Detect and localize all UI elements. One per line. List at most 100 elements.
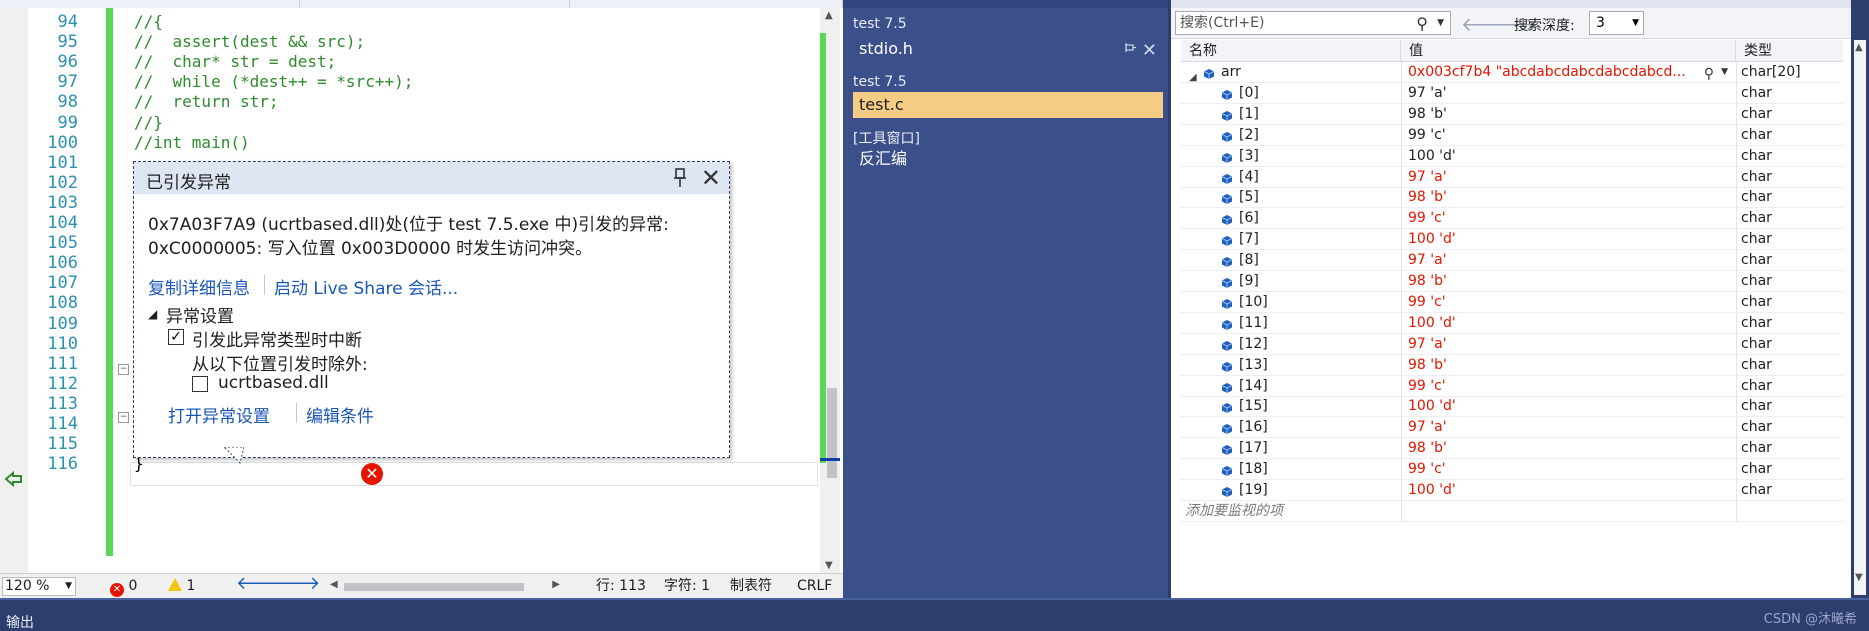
- watch-row[interactable]: [13] 98 'b' char: [1181, 354, 1843, 376]
- error-count[interactable]: ✕ 0: [110, 578, 137, 597]
- watch-row[interactable]: [4] 97 'a' char: [1181, 166, 1843, 188]
- watch-row[interactable]: [19] 100 'd' char: [1181, 480, 1843, 501]
- visualizer-magnifier-icon[interactable]: ⚲: [1704, 64, 1714, 83]
- editor-vertical-scrollbar[interactable]: ▲ ▼: [820, 8, 840, 573]
- break-on-exception-checkbox[interactable]: ✓: [168, 329, 184, 345]
- watch-row[interactable]: [14] 99 'c' char: [1181, 375, 1843, 397]
- error-icon[interactable]: ✕: [361, 463, 383, 485]
- watch-name-cell[interactable]: [8]: [1181, 250, 1401, 271]
- watch-value-cell[interactable]: 97 'a': [1401, 82, 1736, 104]
- watch-value-cell[interactable]: 100 'd': [1401, 229, 1736, 251]
- zoom-dropdown[interactable]: 120 % ▼: [2, 577, 76, 596]
- scroll-left-icon[interactable]: ◀: [330, 579, 338, 590]
- watch-value-cell[interactable]: 99 'c': [1401, 375, 1736, 397]
- editor-horizontal-scrollbar[interactable]: ◀ ▶: [330, 579, 560, 593]
- watch-name-cell[interactable]: [14]: [1181, 376, 1401, 397]
- chevron-down-icon[interactable]: ▼: [1437, 12, 1444, 34]
- watch-row[interactable]: [0] 97 'a' char: [1181, 82, 1843, 104]
- tabs-indicator[interactable]: 制表符: [730, 578, 772, 595]
- close-icon[interactable]: ✕: [1142, 38, 1157, 64]
- watch-value-cell[interactable]: 98 'b': [1401, 438, 1736, 460]
- char-indicator[interactable]: 字符: 1: [664, 578, 710, 595]
- watch-vertical-scrollbar[interactable]: ▲ ▼: [1851, 0, 1869, 598]
- watch-name-cell[interactable]: [4]: [1181, 167, 1401, 188]
- watch-name-cell[interactable]: [5]: [1181, 187, 1401, 208]
- watch-name-cell[interactable]: [18]: [1181, 459, 1401, 480]
- doc-item-test-c[interactable]: test.c: [853, 92, 1163, 118]
- watch-name-cell[interactable]: [12]: [1181, 334, 1401, 355]
- watch-value-cell[interactable]: 100 'd': [1401, 396, 1736, 418]
- watch-value-cell[interactable]: 0x003cf7b4 "abcdabcdabcdabcdabcd... ⚲ ▼: [1401, 62, 1736, 83]
- doc-item-stdio[interactable]: stdio.h ✕: [853, 36, 1163, 62]
- watch-row[interactable]: [10] 99 'c' char: [1181, 291, 1843, 313]
- watch-row-root[interactable]: ◢ arr 0x003cf7b4 "abcdabcdabcdabcdabcd... ⚲…: [1181, 62, 1843, 83]
- pin-icon[interactable]: [673, 168, 687, 188]
- watch-name-cell[interactable]: [7]: [1181, 229, 1401, 250]
- doc-item-disassembly[interactable]: 反汇编: [853, 146, 1163, 172]
- search-depth-dropdown[interactable]: 3 ▼: [1589, 11, 1644, 35]
- search-icon[interactable]: ⚲: [1416, 13, 1428, 35]
- module-exclude-checkbox[interactable]: [192, 376, 208, 392]
- watch-value-cell[interactable]: 100 'd': [1401, 145, 1736, 167]
- watch-value-cell[interactable]: 97 'a': [1401, 417, 1736, 439]
- watch-name-cell[interactable]: [13]: [1181, 355, 1401, 376]
- code-line[interactable]: //int main(): [134, 131, 250, 155]
- pin-icon[interactable]: [1125, 42, 1137, 54]
- scroll-up-icon[interactable]: ▲: [825, 10, 833, 21]
- live-share-link[interactable]: 启动 Live Share 会话...: [274, 274, 458, 299]
- file-tab[interactable]: [0, 0, 300, 8]
- watch-name-cell[interactable]: [10]: [1181, 292, 1401, 313]
- watch-value-cell[interactable]: 97 'a': [1401, 166, 1736, 188]
- watch-row[interactable]: [11] 100 'd' char: [1181, 312, 1843, 334]
- watch-row[interactable]: [3] 100 'd' char: [1181, 145, 1843, 167]
- scroll-right-icon[interactable]: ▶: [552, 579, 560, 590]
- watch-row[interactable]: [6] 99 'c' char: [1181, 208, 1843, 230]
- scroll-down-icon[interactable]: ▼: [825, 560, 833, 571]
- watch-value-cell[interactable]: 97 'a': [1401, 250, 1736, 272]
- watch-row[interactable]: [5] 98 'b' char: [1181, 187, 1843, 209]
- watch-row[interactable]: [17] 98 'b' char: [1181, 438, 1843, 460]
- open-exception-settings-link[interactable]: 打开异常设置: [168, 402, 270, 427]
- watch-row[interactable]: [2] 99 'c' char: [1181, 124, 1843, 146]
- watch-row[interactable]: [9] 98 'b' char: [1181, 271, 1843, 292]
- column-value[interactable]: 值: [1401, 40, 1736, 62]
- expand-triangle-icon[interactable]: ◢: [148, 307, 157, 321]
- add-watch-placeholder[interactable]: 添加要监视的项: [1181, 501, 1401, 522]
- watch-name-cell[interactable]: [16]: [1181, 417, 1401, 438]
- scroll-down-icon[interactable]: ▼: [1855, 572, 1863, 583]
- scrollbar-thumb[interactable]: [827, 388, 837, 478]
- member-dropdown[interactable]: [570, 0, 843, 8]
- indicator-margin[interactable]: [0, 8, 28, 573]
- watch-value-cell[interactable]: 99 'c': [1401, 124, 1736, 146]
- code-editor[interactable]: 94 95 96 97 98 99 100 101 102 103 104 105 106 107 108 1…: [0, 0, 843, 598]
- watch-name-cell[interactable]: [9]: [1181, 271, 1401, 292]
- watch-row[interactable]: [7] 100 'd' char: [1181, 229, 1843, 251]
- watch-value-cell[interactable]: 99 'c': [1401, 459, 1736, 481]
- watch-value-cell[interactable]: 98 'b': [1401, 354, 1736, 376]
- watch-name-cell[interactable]: [17]: [1181, 438, 1401, 459]
- watch-row[interactable]: [16] 97 'a' char: [1181, 417, 1843, 439]
- exception-settings-header[interactable]: 异常设置: [166, 302, 234, 327]
- watch-value-cell[interactable]: 98 'b': [1401, 271, 1736, 292]
- scope-dropdown[interactable]: [300, 0, 570, 8]
- watch-name-cell[interactable]: [2]: [1181, 125, 1401, 146]
- watch-search-input[interactable]: 搜索(Ctrl+E) ⚲ ▼: [1175, 11, 1451, 35]
- watch-value-cell[interactable]: 100 'd': [1401, 312, 1736, 334]
- collapse-triangle-icon[interactable]: ◢: [1189, 67, 1197, 83]
- add-watch-row[interactable]: 添加要监视的项: [1181, 500, 1843, 522]
- line-indicator[interactable]: 行: 113: [596, 578, 646, 595]
- watch-value-cell[interactable]: 99 'c': [1401, 208, 1736, 230]
- watch-row[interactable]: [18] 99 'c' char: [1181, 459, 1843, 481]
- scrollbar-thumb[interactable]: [344, 583, 524, 591]
- watch-value-cell[interactable]: 98 'b': [1401, 103, 1736, 125]
- watch-name-cell[interactable]: [19]: [1181, 480, 1401, 501]
- navigate-forward-icon[interactable]: 🡒: [272, 575, 320, 593]
- watch-name-cell[interactable]: [15]: [1181, 396, 1401, 417]
- watch-name-cell[interactable]: [11]: [1181, 313, 1401, 334]
- edit-conditions-link[interactable]: 编辑条件: [306, 402, 374, 427]
- scrollbar-track[interactable]: [1854, 40, 1866, 595]
- column-type[interactable]: 类型: [1736, 40, 1843, 62]
- watch-row[interactable]: [12] 97 'a' char: [1181, 333, 1843, 355]
- chevron-down-icon[interactable]: ▼: [1721, 62, 1728, 83]
- watch-value-cell[interactable]: 98 'b': [1401, 187, 1736, 209]
